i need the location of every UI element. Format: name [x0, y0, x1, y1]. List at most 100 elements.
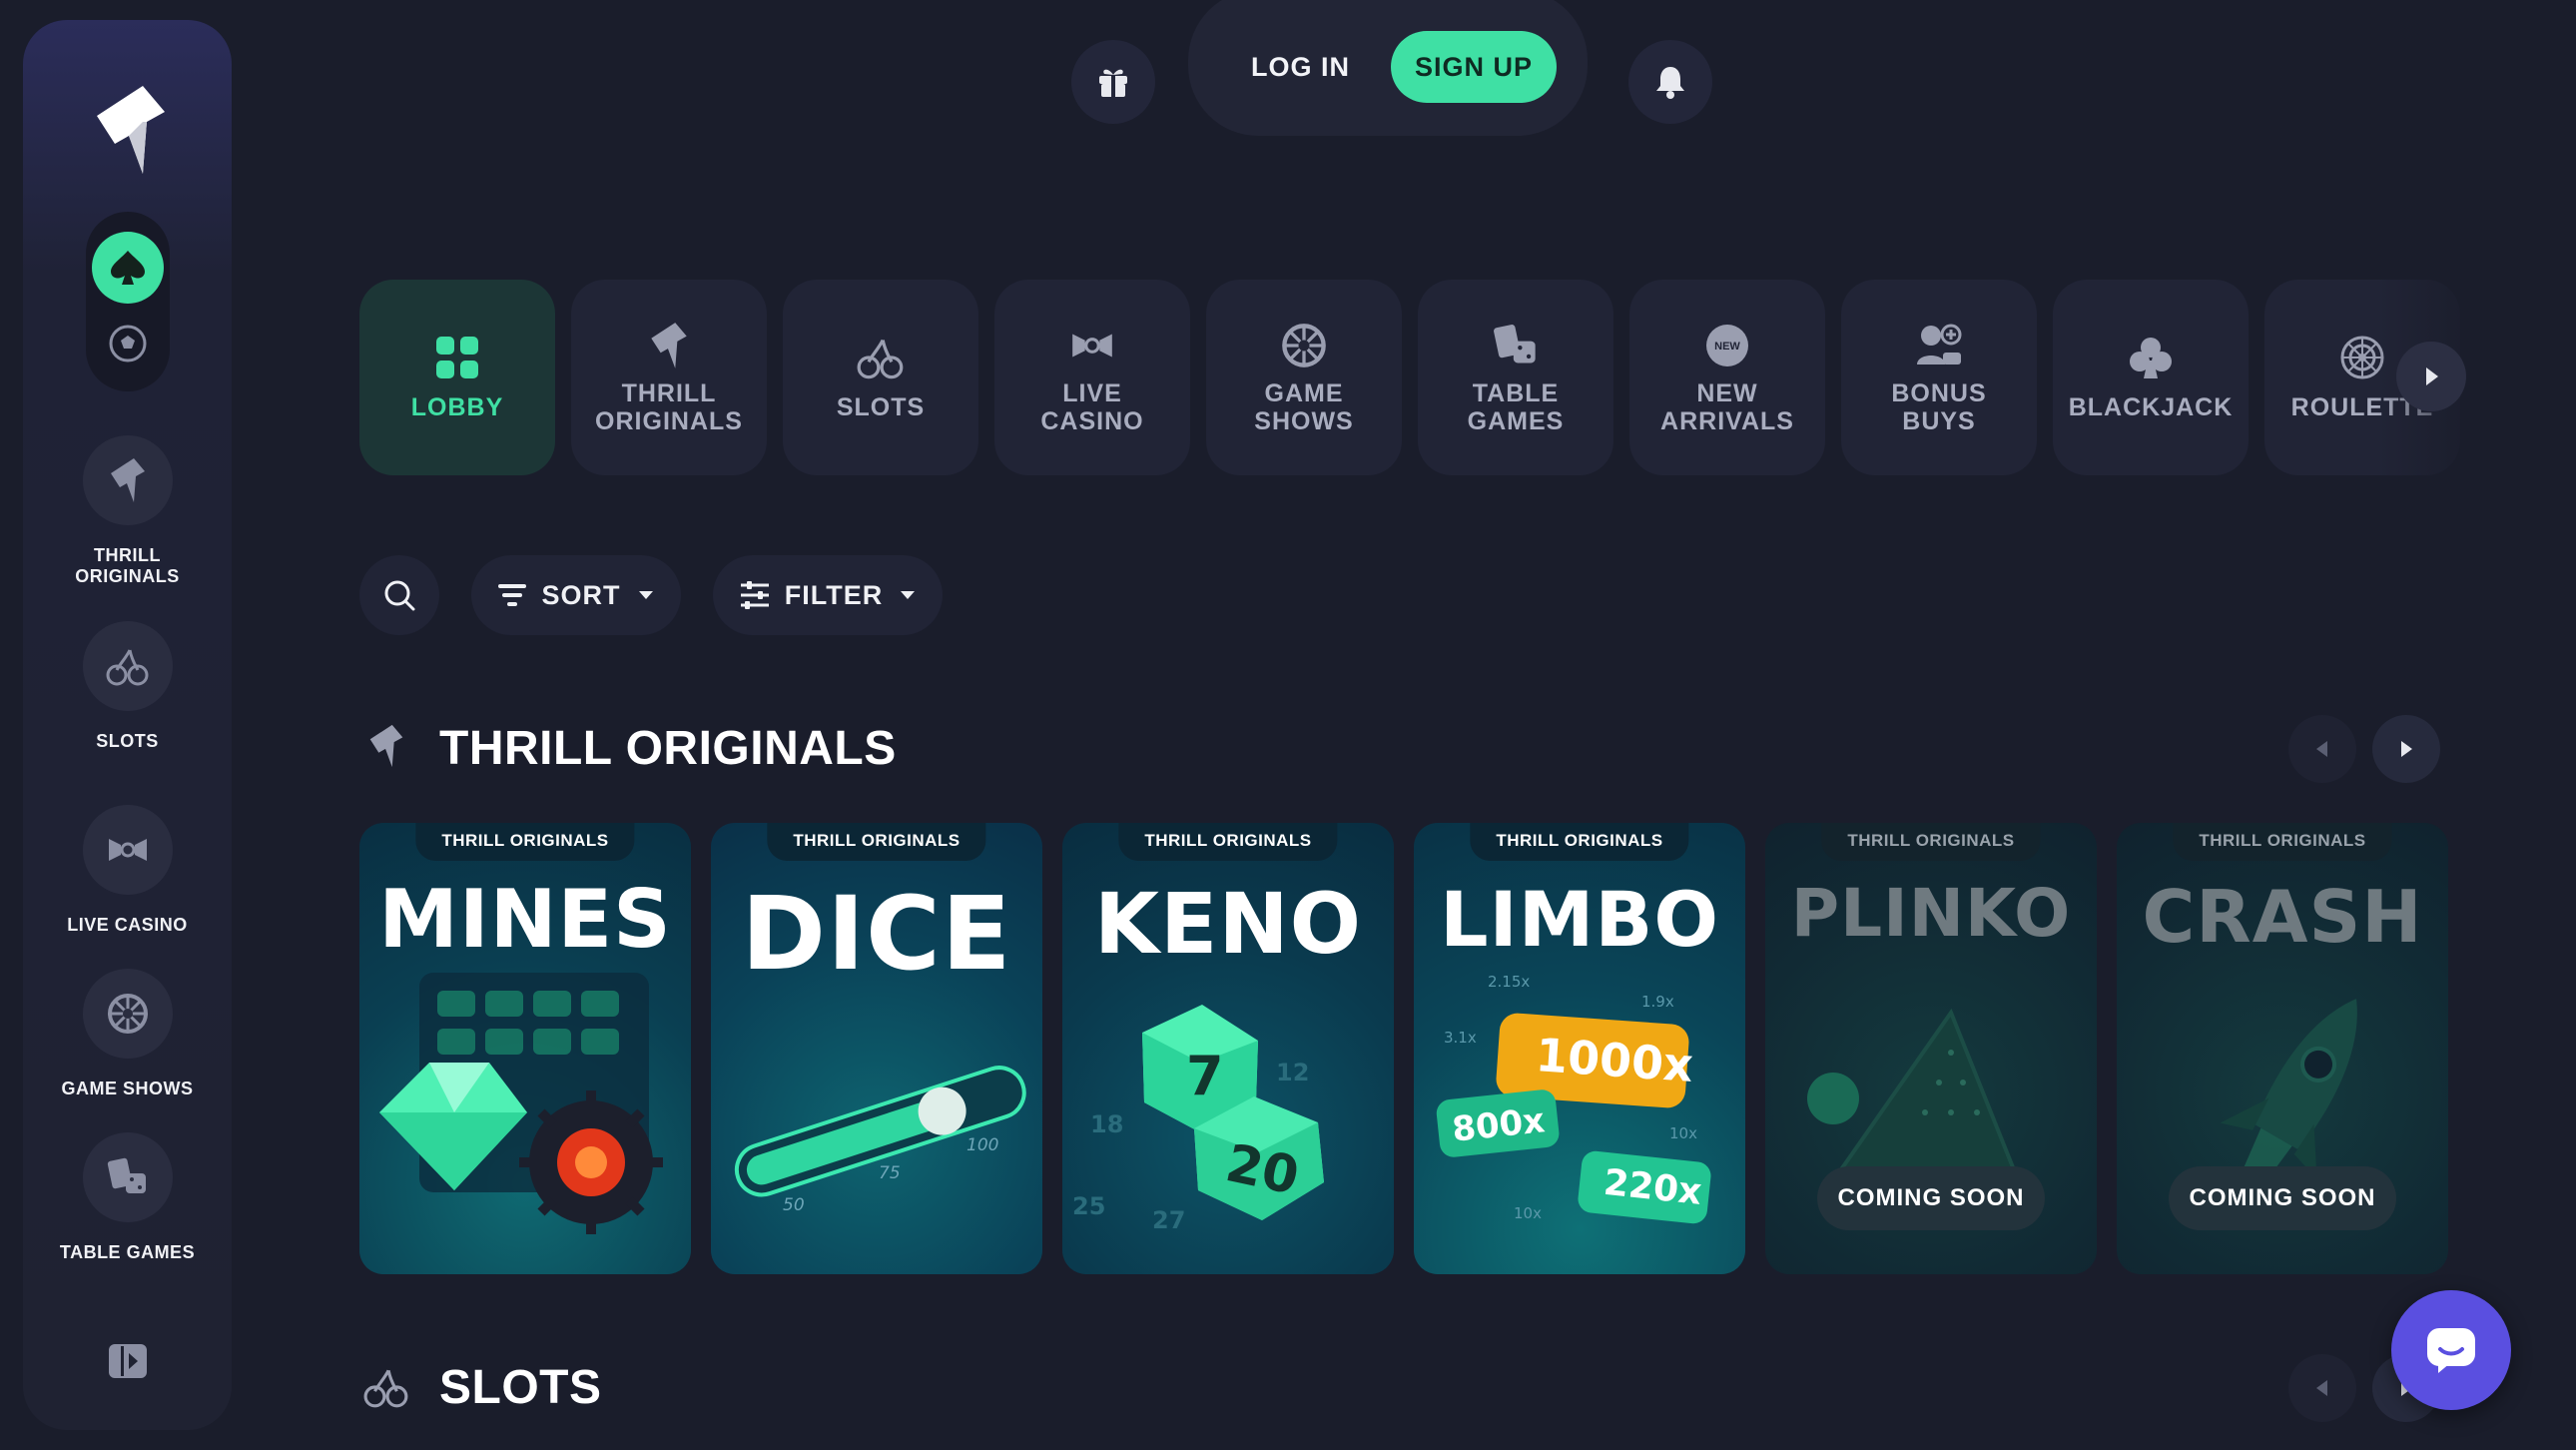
limbo-multiplier: 1000x — [1534, 1028, 1694, 1092]
live-casino-icon — [108, 839, 147, 861]
sidebar-icon-wrap — [82, 969, 173, 1059]
search-button[interactable] — [359, 555, 439, 635]
category-tab-blackjack[interactable]: BLACKJACK — [2053, 280, 2249, 475]
category-icon-wrap — [1841, 318, 2037, 373]
category-label: SLOTS — [836, 393, 926, 421]
chevron-down-icon — [901, 591, 916, 599]
label-line2: GAMES — [1467, 407, 1565, 435]
game-card-plinko[interactable]: THRILL ORIGINALS PLINKO COMING SOON — [1765, 823, 2097, 1274]
game-card-crash[interactable]: THRILL ORIGINALS CRASH COMING SOON — [2117, 823, 2448, 1274]
limbo-bg-multiplier: 1.9x — [1641, 993, 1674, 1011]
game-card-keno[interactable]: 12 18 25 27 7 20 THRILL ORIGINALS KENO — [1062, 823, 1394, 1274]
category-label: TABLE GAMES — [1418, 379, 1613, 435]
casino-sports-toggle[interactable] — [86, 212, 170, 391]
category-tab-table-games[interactable]: TABLE GAMES — [1418, 280, 1613, 475]
chevron-left-icon — [2316, 741, 2327, 757]
bonus-user-icon — [1917, 324, 1962, 364]
club-icon — [2130, 338, 2172, 378]
game-provider-tag: THRILL ORIGINALS — [1821, 823, 2041, 861]
category-label: LOBBY — [410, 393, 504, 421]
soccer-ball-icon — [109, 325, 147, 362]
cards-dice-icon — [107, 1157, 146, 1193]
coming-soon-badge: COMING SOON — [2169, 1166, 2396, 1230]
live-chat-button[interactable] — [2391, 1290, 2511, 1410]
sidebar-item-live-casino[interactable]: LIVE CASINO — [23, 805, 232, 936]
category-label: LIVE CASINO — [994, 379, 1190, 435]
category-tab-bonus-buys[interactable]: BONUS BUYS — [1841, 280, 2037, 475]
sidebar-item-slots[interactable]: SLOTS — [23, 621, 232, 752]
keno-ball-number: 7 — [1186, 1045, 1224, 1107]
bell-icon — [1656, 67, 1684, 99]
label-line1: NEW — [1696, 379, 1758, 407]
label-line1: TABLE — [1472, 379, 1560, 407]
sidebar-icon-wrap — [82, 805, 173, 895]
category-tab-thrill-originals[interactable]: THRILL ORIGINALS — [571, 280, 767, 475]
game-title: PLINKO — [1790, 875, 2072, 952]
limbo-bg-multiplier: 2.15x — [1488, 973, 1530, 991]
keno-bg-number: 18 — [1090, 1110, 1123, 1138]
label-line1: THRILL — [621, 379, 717, 407]
game-provider-tag: THRILL ORIGINALS — [1118, 823, 1338, 861]
label-line2: CASINO — [1040, 407, 1144, 435]
label-line2: SHOWS — [1254, 407, 1354, 435]
sidebar-item-label: THRILL ORIGINALS — [23, 545, 232, 587]
category-label: THRILL ORIGINALS — [571, 379, 767, 435]
category-tab-game-shows[interactable]: GAME SHOWS — [1206, 280, 1402, 475]
category-icon-wrap — [1206, 318, 1402, 373]
category-icon-wrap — [994, 318, 1190, 373]
category-tab-lobby[interactable]: LOBBY — [359, 280, 555, 475]
casino-mode-button[interactable] — [92, 232, 164, 304]
category-icon-wrap — [1418, 318, 1613, 373]
signup-button[interactable]: SIGN UP — [1391, 31, 1557, 103]
category-tab-live-casino[interactable]: LIVE CASINO — [994, 280, 1190, 475]
chevron-right-icon — [2426, 367, 2438, 385]
thrill-logo-icon[interactable] — [91, 82, 171, 178]
game-card-limbo[interactable]: 2.15x 1.9x 3.1x 10x 10x 1000x 800x 220x … — [1414, 823, 1745, 1274]
category-tab-new-arrivals[interactable]: NEW NEW ARRIVALS — [1629, 280, 1825, 475]
cherries-icon — [857, 339, 904, 379]
sidebar-item-label: TABLE GAMES — [23, 1242, 232, 1263]
sidebar-item-game-shows[interactable]: GAME SHOWS — [23, 969, 232, 1099]
slots-prev-button[interactable] — [2288, 1354, 2356, 1422]
filter-sliders-icon — [740, 581, 769, 609]
originals-next-button[interactable] — [2372, 715, 2440, 783]
dice-tick-50: 50 — [783, 1195, 805, 1215]
game-provider-tag: THRILL ORIGINALS — [767, 823, 986, 861]
sidebar-item-table-games[interactable]: TABLE GAMES — [23, 1132, 232, 1263]
category-tab-slots[interactable]: SLOTS — [783, 280, 978, 475]
sports-mode-button[interactable] — [106, 322, 150, 365]
sidebar-item-label: LIVE CASINO — [23, 915, 232, 936]
category-label: NEW ARRIVALS — [1629, 379, 1825, 435]
sort-dropdown[interactable]: SORT — [471, 555, 681, 635]
originals-prev-button[interactable] — [2288, 715, 2356, 783]
category-icon-wrap: NEW — [1629, 318, 1825, 373]
label-line1: THRILL — [94, 545, 161, 565]
new-badge-text: NEW — [1714, 341, 1740, 353]
category-icon-wrap — [2053, 330, 2249, 385]
sidebar-expand-icon[interactable] — [107, 1340, 149, 1382]
sidebar: THRILL ORIGINALS SLOTS LIVE CASINO GAME S… — [23, 20, 232, 1430]
label-line2: ARRIVALS — [1660, 407, 1794, 435]
game-provider-tag: THRILL ORIGINALS — [2173, 823, 2392, 861]
label-line2: ORIGINALS — [75, 566, 180, 586]
chevron-down-icon — [638, 591, 653, 599]
label-line1: GAME SHOWS — [61, 1079, 194, 1098]
game-card-mines[interactable]: THRILL ORIGINALS MINES — [359, 823, 691, 1274]
category-scroll-right-button[interactable] — [2396, 342, 2466, 411]
category-icon-wrap — [783, 330, 978, 385]
label-line1: LIVE — [1062, 379, 1122, 407]
sidebar-item-label: SLOTS — [23, 731, 232, 752]
wheel-icon — [107, 994, 148, 1034]
spade-icon — [111, 251, 145, 285]
login-button[interactable]: LOG IN — [1228, 44, 1373, 90]
notifications-button[interactable] — [1628, 40, 1712, 124]
game-title: KENO — [1093, 875, 1363, 973]
chevron-right-icon — [2401, 741, 2412, 757]
sidebar-item-label: GAME SHOWS — [23, 1079, 232, 1099]
rewards-button[interactable] — [1071, 40, 1155, 124]
wheel-icon — [1282, 324, 1326, 367]
label-line1: LIVE CASINO — [67, 915, 188, 935]
game-card-dice[interactable]: 50 75 100 THRILL ORIGINALS DICE — [711, 823, 1042, 1274]
sidebar-item-thrill-originals[interactable]: THRILL ORIGINALS — [23, 435, 232, 587]
filter-dropdown[interactable]: FILTER — [713, 555, 943, 635]
